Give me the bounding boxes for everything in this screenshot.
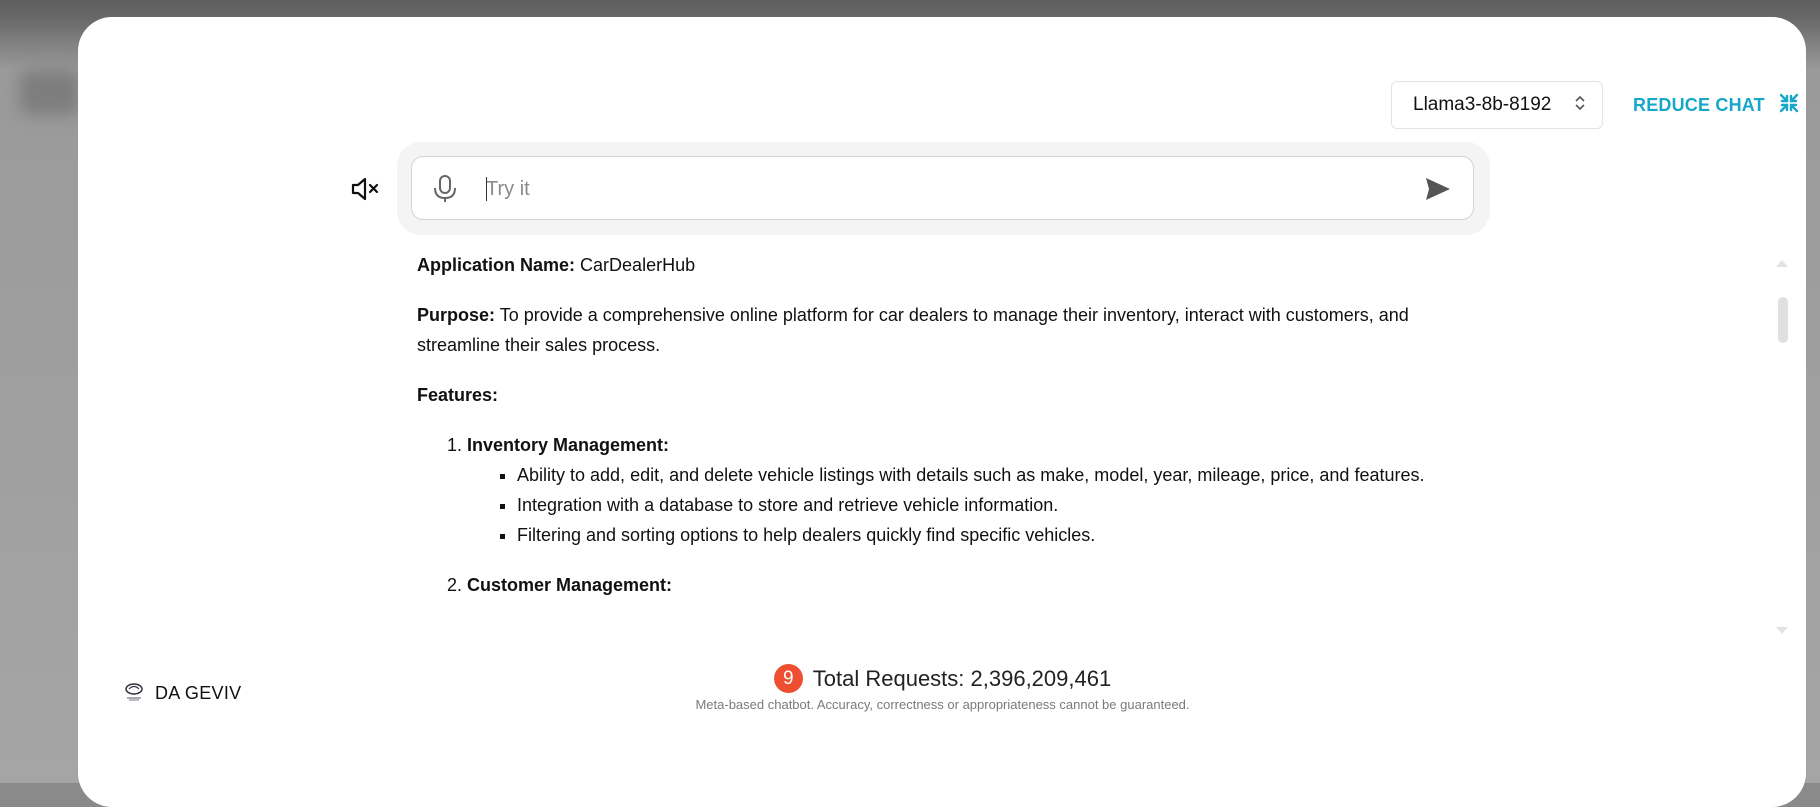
list-item: Integration with a database to store and… bbox=[517, 490, 1467, 520]
feature-sublist: Ability to add, edit, and delete vehicle… bbox=[467, 460, 1467, 550]
scrollbar-thumb[interactable] bbox=[1778, 297, 1788, 343]
feature-item: Inventory Management: Ability to add, ed… bbox=[467, 430, 1467, 550]
feature-item: Customer Management: bbox=[467, 570, 1467, 600]
chat-input-box bbox=[411, 156, 1474, 220]
requests-badge: 9 bbox=[773, 664, 803, 693]
model-select[interactable]: Llama3-8b-8192 bbox=[1391, 81, 1603, 129]
request-stats: 9 Total Requests: 2,396,209,461 Meta-bas… bbox=[600, 664, 1285, 712]
features-label: Features: bbox=[417, 385, 499, 405]
purpose-label: Purpose: bbox=[417, 305, 496, 325]
list-item: Filtering and sorting options to help de… bbox=[517, 520, 1467, 550]
app-name-value: CarDealerHub bbox=[580, 255, 696, 275]
total-requests: Total Requests: 2,396,209,461 bbox=[812, 665, 1112, 691]
features-list: Inventory Management: Ability to add, ed… bbox=[417, 430, 1467, 600]
feature-title: Inventory Management: bbox=[467, 435, 670, 455]
collapse-icon bbox=[1779, 93, 1799, 118]
chat-input-container bbox=[397, 142, 1490, 235]
list-item: Ability to add, edit, and delete vehicle… bbox=[517, 460, 1467, 490]
chat-input[interactable] bbox=[486, 173, 1386, 205]
microphone-icon[interactable] bbox=[432, 174, 458, 204]
reduce-chat-label: REDUCE CHAT bbox=[1633, 94, 1765, 115]
features-heading: Features: bbox=[417, 380, 1467, 410]
chat-response: Application Name: CarDealerHub Purpose: … bbox=[417, 250, 1467, 635]
reduce-chat-button[interactable]: REDUCE CHAT bbox=[1633, 91, 1799, 119]
chevron-up-down-icon bbox=[1574, 94, 1586, 117]
brand-name: DA GEVIV bbox=[155, 682, 242, 703]
feature-title: Customer Management: bbox=[467, 575, 673, 595]
scroll-up-arrow-icon[interactable] bbox=[1775, 256, 1789, 268]
text-caret bbox=[486, 177, 487, 201]
purpose-line: Purpose: To provide a comprehensive onli… bbox=[417, 300, 1467, 360]
app-name-label: Application Name: bbox=[417, 255, 576, 275]
backdrop-shape bbox=[20, 70, 80, 115]
purpose-text: To provide a comprehensive online platfo… bbox=[417, 305, 1409, 355]
disclaimer: Meta-based chatbot. Accuracy, correctnes… bbox=[695, 697, 1190, 712]
brand-logo-icon bbox=[123, 680, 145, 707]
model-select-value: Llama3-8b-8192 bbox=[1413, 94, 1552, 115]
volume-mute-icon[interactable] bbox=[350, 175, 382, 203]
send-icon[interactable] bbox=[1424, 175, 1452, 203]
total-requests-line: 9 Total Requests: 2,396,209,461 bbox=[773, 664, 1112, 693]
app-name-line: Application Name: CarDealerHub bbox=[417, 250, 1467, 280]
brand[interactable]: DA GEVIV bbox=[123, 682, 241, 704]
scroll-down-arrow-icon[interactable] bbox=[1775, 624, 1789, 636]
